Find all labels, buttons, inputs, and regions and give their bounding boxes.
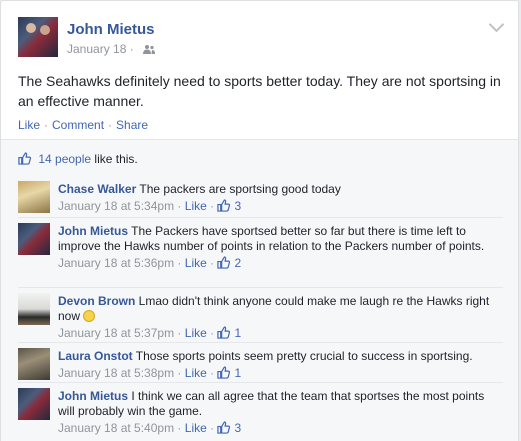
thumbs-up-icon — [18, 152, 31, 165]
commenter-name[interactable]: Chase Walker — [58, 182, 136, 196]
comment-divider — [18, 217, 503, 218]
action-separator: · — [108, 118, 113, 132]
comment-body: Devon Brown Lmao didn't think anyone cou… — [58, 294, 498, 341]
comment-like-link[interactable]: Like — [185, 326, 207, 340]
comment-like-link[interactable]: Like — [185, 199, 207, 213]
comments-section: Chase Walker The packers are sportsing g… — [1, 173, 518, 441]
post-meta: January 18 · — [67, 42, 156, 56]
comment-timestamp[interactable]: January 18 at 5:40pm — [58, 421, 174, 435]
share-link[interactable]: Share — [116, 118, 148, 132]
comment-timestamp[interactable]: January 18 at 5:34pm — [58, 199, 174, 213]
post-date[interactable]: January 18 — [67, 42, 126, 56]
comment-body: John Mietus I think we can all agree tha… — [58, 389, 498, 436]
meta-separator: · — [177, 199, 182, 213]
comment-timestamp[interactable]: January 18 at 5:37pm — [58, 326, 174, 340]
comment-like-count[interactable]: 1 — [234, 366, 241, 380]
post-author-name[interactable]: John Mietus — [67, 21, 155, 38]
chevron-down-icon[interactable] — [488, 16, 505, 33]
author-avatar[interactable] — [18, 17, 58, 57]
thumbs-up-icon[interactable] — [217, 366, 231, 379]
comment-like-count[interactable]: 3 — [234, 199, 241, 213]
comment-meta: January 18 at 5:40pm · Like · 3 — [58, 421, 498, 436]
comment-like-link[interactable]: Like — [185, 421, 207, 435]
meta-separator: · — [177, 326, 182, 340]
smiley-emoji-icon — [83, 310, 96, 322]
comment-timestamp[interactable]: January 18 at 5:36pm — [58, 256, 174, 270]
likes-bar: 14 people like this. — [1, 139, 518, 173]
commenter-name[interactable]: Laura Onstot — [58, 349, 133, 363]
commenter-name[interactable]: John Mietus — [58, 389, 128, 403]
commenter-avatar[interactable] — [18, 223, 50, 255]
meta-separator: · — [210, 326, 215, 340]
meta-separator: · — [177, 256, 182, 270]
comment-text: Those sports points seem pretty crucial … — [132, 349, 473, 363]
post-text: The Seahawks definitely need to sports b… — [18, 73, 501, 109]
comment-divider — [18, 287, 503, 288]
comment-like-link[interactable]: Like — [185, 256, 207, 270]
meta-separator: · — [129, 42, 134, 56]
comment-body: Laura Onstot Those sports points seem pr… — [58, 349, 498, 381]
action-separator: · — [44, 118, 49, 132]
meta-separator: · — [210, 256, 215, 270]
meta-separator: · — [210, 421, 215, 435]
comment-meta: January 18 at 5:38pm · Like · 1 — [58, 366, 498, 381]
likes-suffix: like this. — [91, 152, 138, 166]
meta-separator: · — [177, 366, 182, 380]
commenter-avatar[interactable] — [18, 348, 50, 380]
meta-separator: · — [210, 199, 215, 213]
comment-like-link[interactable]: Like — [185, 366, 207, 380]
likes-summary: 14 people like this. — [18, 152, 138, 166]
comment-body: John Mietus The Packers have sportsed be… — [58, 224, 498, 271]
commenter-avatar[interactable] — [18, 293, 50, 325]
comment-meta: January 18 at 5:34pm · Like · 3 — [58, 199, 498, 214]
comment-like-count[interactable]: 3 — [234, 421, 241, 435]
comment-text: The packers are sportsing good today — [136, 182, 341, 196]
post-card: John Mietus January 18 · The Seahawks de… — [0, 0, 519, 441]
comment-like-count[interactable]: 1 — [234, 326, 241, 340]
thumbs-up-icon[interactable] — [217, 326, 231, 339]
thumbs-up-icon[interactable] — [217, 421, 231, 434]
comment-meta: January 18 at 5:36pm · Like · 2 — [58, 256, 498, 271]
thumbs-up-icon[interactable] — [217, 256, 231, 269]
comment-divider — [18, 382, 503, 383]
audience-friends-icon[interactable] — [143, 44, 156, 54]
like-link[interactable]: Like — [18, 118, 40, 132]
comment-body: Chase Walker The packers are sportsing g… — [58, 182, 498, 214]
commenter-avatar[interactable] — [18, 181, 50, 213]
comment-divider — [18, 342, 503, 343]
comment-meta: January 18 at 5:37pm · Like · 1 — [58, 326, 498, 341]
commenter-avatar[interactable] — [18, 388, 50, 420]
commenter-name[interactable]: John Mietus — [58, 224, 128, 238]
likes-count-link[interactable]: 14 people — [38, 152, 91, 166]
comment-like-count[interactable]: 2 — [234, 256, 241, 270]
meta-separator: · — [177, 421, 182, 435]
thumbs-up-icon[interactable] — [217, 199, 231, 212]
post-header: John Mietus January 18 · — [1, 1, 518, 69]
comment-timestamp[interactable]: January 18 at 5:38pm — [58, 366, 174, 380]
post-actions: Like · Comment · Share — [18, 118, 148, 132]
meta-separator: · — [210, 366, 215, 380]
comment-link[interactable]: Comment — [52, 118, 104, 132]
commenter-name[interactable]: Devon Brown — [58, 294, 135, 308]
